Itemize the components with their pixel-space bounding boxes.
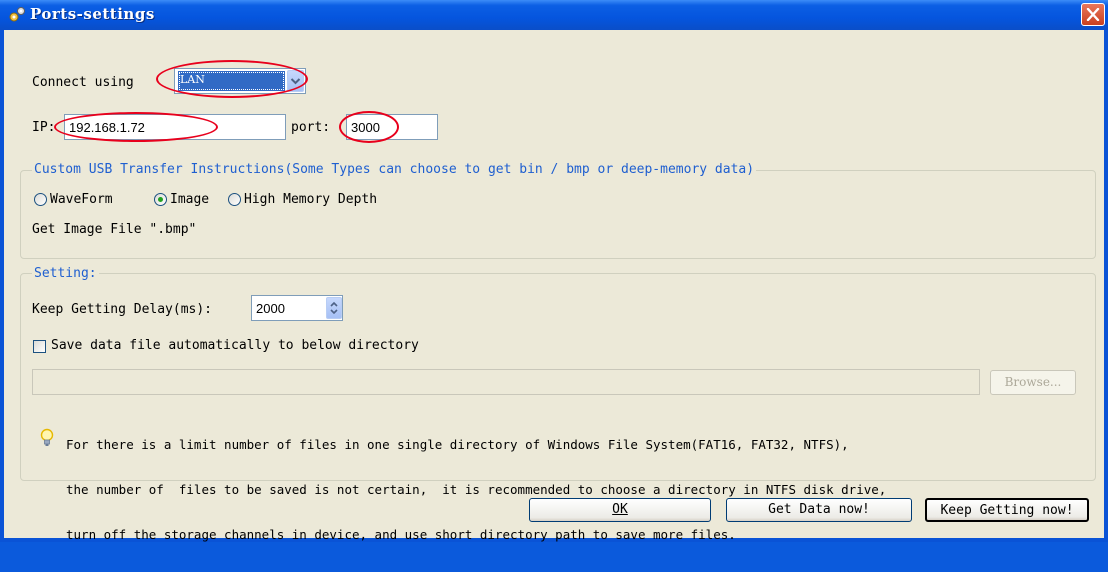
save-automatically-label[interactable]: Save data file automatically to below di… bbox=[51, 338, 419, 353]
chevron-down-icon[interactable] bbox=[287, 70, 304, 92]
storage-note-line: For there is a limit number of files in … bbox=[66, 437, 849, 452]
storage-note-line: the number of files to be saved is not c… bbox=[66, 482, 887, 497]
storage-note-line: turn off the storage channels in device,… bbox=[66, 527, 736, 542]
radio-high-memory-depth[interactable] bbox=[228, 193, 241, 206]
delay-label: Keep Getting Delay(ms): bbox=[32, 302, 213, 317]
radio-image-label[interactable]: Image bbox=[170, 192, 209, 207]
close-icon bbox=[1086, 8, 1100, 21]
delay-stepper[interactable] bbox=[326, 297, 342, 319]
usb-group-title: Custom USB Transfer Instructions(Some Ty… bbox=[32, 162, 757, 177]
radio-high-memory-depth-label[interactable]: High Memory Depth bbox=[244, 192, 377, 207]
port-label: port: bbox=[291, 120, 331, 135]
ports-settings-window: Ports-settings Connect using LAN IP: por… bbox=[0, 0, 1108, 542]
usb-transfer-group bbox=[20, 170, 1096, 259]
ok-button[interactable]: OK bbox=[529, 498, 711, 522]
radio-waveform-label[interactable]: WaveForm bbox=[50, 192, 113, 207]
ip-label: IP: bbox=[32, 120, 56, 135]
title-bar[interactable]: Ports-settings bbox=[0, 0, 1108, 30]
port-input[interactable] bbox=[346, 114, 438, 140]
chevron-down-icon bbox=[330, 309, 338, 315]
connect-using-value: LAN bbox=[178, 71, 285, 91]
gears-icon bbox=[9, 7, 25, 22]
usb-info-text: Get Image File ".bmp" bbox=[32, 222, 197, 237]
storage-note: For there is a limit number of files in … bbox=[66, 407, 886, 572]
save-automatically-checkbox[interactable] bbox=[33, 340, 46, 353]
connect-using-label: Connect using bbox=[32, 75, 134, 90]
radio-waveform[interactable] bbox=[34, 193, 47, 206]
window-title: Ports-settings bbox=[30, 5, 155, 23]
chevron-up-icon bbox=[330, 301, 338, 307]
lightbulb-icon bbox=[40, 428, 54, 446]
get-data-now-button[interactable]: Get Data now! bbox=[726, 498, 912, 522]
ip-input[interactable] bbox=[64, 114, 286, 140]
browse-button[interactable]: Browse... bbox=[990, 370, 1076, 395]
close-button[interactable] bbox=[1081, 3, 1105, 26]
dialog-body: Connect using LAN IP: port: Custom USB T… bbox=[4, 30, 1104, 542]
connect-using-select[interactable]: LAN bbox=[174, 68, 306, 94]
directory-path-field bbox=[32, 369, 980, 395]
radio-image[interactable] bbox=[154, 193, 167, 206]
setting-group-title: Setting: bbox=[32, 266, 99, 281]
keep-getting-now-button[interactable]: Keep Getting now! bbox=[925, 498, 1089, 522]
